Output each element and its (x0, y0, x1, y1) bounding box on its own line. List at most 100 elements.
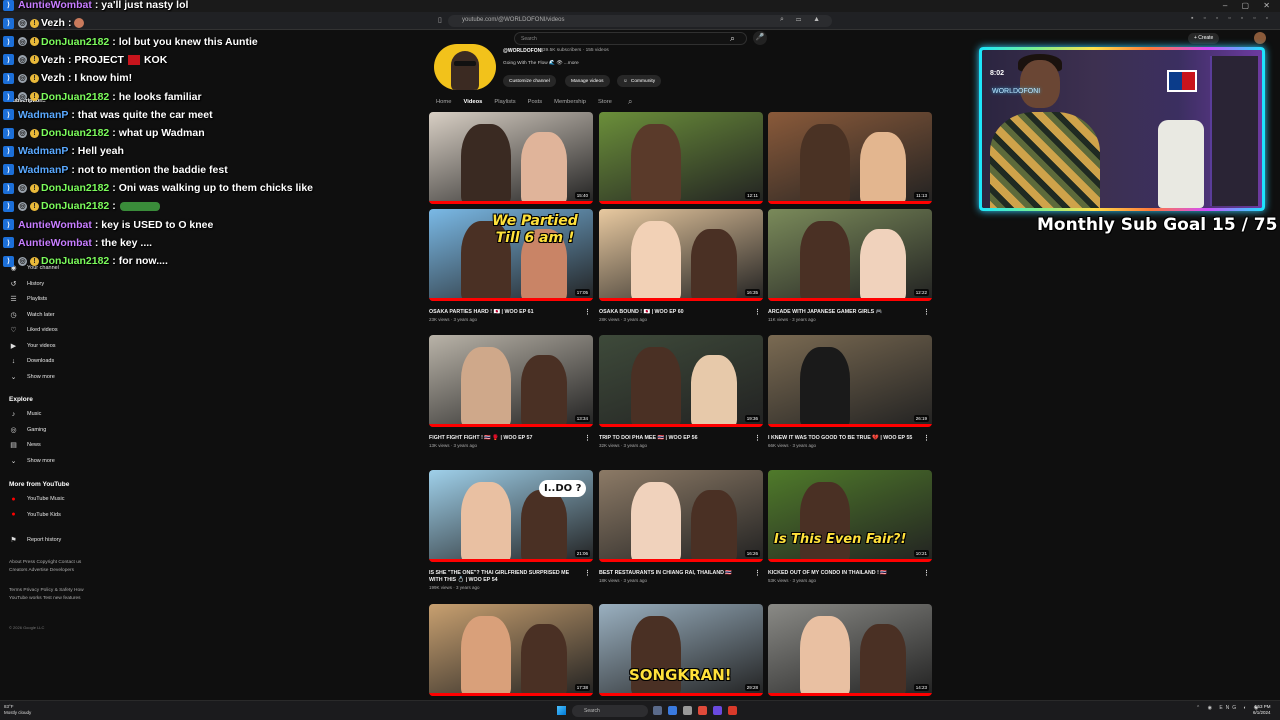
video-card[interactable]: 17:38 (429, 604, 593, 696)
sidebar-item-history[interactable]: ↺ History (9, 278, 45, 290)
footer-links[interactable]: About Press Copyright Contact us Creator… (9, 559, 89, 575)
channel-description[interactable]: Going With The Flow 🌊 👁 ...more (503, 61, 579, 66)
obs-icon[interactable] (713, 706, 722, 715)
more-options-icon[interactable]: ⋮ (923, 435, 930, 442)
video-thumbnail[interactable]: 19:36 (599, 335, 763, 427)
video-card[interactable]: SONGKRAN! 29:28 (599, 604, 763, 696)
tab-store[interactable]: Store (598, 99, 612, 105)
window-controls[interactable]: – ▢ ✕ (1223, 1, 1276, 10)
customize-channel-button[interactable]: Customize channel (503, 75, 556, 87)
video-title[interactable]: I KNEW IT WAS TOO GOOD TO BE TRUE 💔 | WO… (768, 435, 932, 442)
sidebar-item-show-more[interactable]: ⌄ Show more (9, 455, 55, 467)
video-thumbnail[interactable]: 11:13 (768, 112, 932, 204)
sidebar-item-music[interactable]: ♪ Music (9, 408, 42, 420)
video-title[interactable]: IS SHE "THE ONE"? THAI GIRLFRIEND SURPRI… (429, 570, 593, 584)
create-button[interactable]: + Create (1188, 33, 1220, 44)
sidebar-item-youtube-kids[interactable]: ● YouTube Kids (9, 509, 60, 521)
brave-icon[interactable] (728, 706, 737, 715)
more-options-icon[interactable]: ⋮ (754, 309, 761, 316)
video-card[interactable]: 13:34 FIGHT FIGHT FIGHT ! 🇹🇭 🥊 | WOO EP 5… (429, 335, 593, 448)
person (691, 355, 737, 427)
video-card[interactable]: 16:35 OSAKA BOUND ! 🇯🇵 | WOO EP 60 ⋮ 28K vi… (599, 209, 763, 322)
sidebar-item-show-more[interactable]: ⌄ Show more (9, 371, 55, 383)
video-title[interactable]: TRIP TO DOI PHA MEE 🇹🇭 | WOO EP 56 ⋮ (599, 435, 763, 442)
video-title[interactable]: OSAKA BOUND ! 🇯🇵 | WOO EP 60 ⋮ (599, 309, 763, 316)
sidebar-item-label: Liked videos (27, 327, 58, 333)
manage-videos-button[interactable]: Manage videos (565, 75, 610, 87)
weather-widget[interactable]: 83°F Mostly cloudy (4, 704, 31, 716)
address-bar[interactable]: youtube.com/@WORLDOFONI/videos (448, 15, 832, 27)
tab-videos[interactable]: Videos (463, 99, 482, 105)
sidebar-item-youtube-music[interactable]: ● YouTube Music (9, 493, 64, 505)
video-thumbnail[interactable]: 15:40 (429, 112, 593, 204)
video-card[interactable]: 12:22 ARCADE WITH JAPANESE GAMER GIRLS 🎮 ⋮… (768, 209, 932, 322)
chrome-icon[interactable] (698, 706, 707, 715)
search-icon[interactable]: ⌕ (730, 33, 735, 44)
more-options-icon[interactable]: ⋮ (584, 570, 591, 577)
video-thumbnail[interactable]: I..DO ? 21:06 (429, 470, 593, 562)
sidebar-item-news[interactable]: ▤ News (9, 439, 41, 451)
video-title[interactable]: BEST RESTAURANTS IN CHIANG RAI, THAILAND… (599, 570, 763, 577)
video-thumbnail[interactable]: Is This Even Fair?! 10:21 (768, 470, 932, 562)
video-thumbnail[interactable]: 26:19 (768, 335, 932, 427)
bookmark-icon[interactable]: ▯ (438, 16, 442, 24)
video-thumbnail[interactable]: 14:23 (768, 604, 932, 696)
footer-links[interactable]: Terms Privacy Policy & Safety How YouTub… (9, 587, 89, 603)
more-options-icon[interactable]: ⋮ (923, 570, 930, 577)
sidebar-item-gaming[interactable]: ◎ Gaming (9, 424, 46, 436)
video-thumbnail[interactable]: 16:26 (599, 470, 763, 562)
video-title[interactable]: KICKED OUT OF MY CONDO IN THAILAND ! 🇹🇭 ⋮ (768, 570, 932, 577)
tab-posts[interactable]: Posts (528, 99, 543, 105)
video-thumbnail[interactable]: SONGKRAN! 29:28 (599, 604, 763, 696)
more-options-icon[interactable]: ⋮ (754, 570, 761, 577)
video-thumbnail[interactable]: 12:11 (599, 112, 763, 204)
microphone-icon[interactable]: 🎤 (753, 31, 767, 45)
tab-playlists[interactable]: Playlists (494, 99, 515, 105)
account-avatar[interactable] (1254, 32, 1266, 44)
platform-icon: ⟩ (3, 219, 14, 231)
sidebar-item-your-videos[interactable]: ▶ Your videos (9, 340, 56, 352)
more-options-icon[interactable]: ⋮ (923, 309, 930, 316)
video-thumbnail[interactable]: We Partied Till 6 am ! 17:05 (429, 209, 593, 301)
tab-strip[interactable] (0, 0, 1280, 12)
report-history-item[interactable]: ⚑ Report history (9, 534, 61, 546)
video-card[interactable]: 16:26 BEST RESTAURANTS IN CHIANG RAI, THA… (599, 470, 763, 583)
system-tray[interactable]: ⌃ ◉ ENG ◐ ◉ (1196, 705, 1261, 711)
video-card[interactable]: 26:19 I KNEW IT WAS TOO GOOD TO BE TRUE 💔… (768, 335, 932, 448)
community-button[interactable]: ☺ Community (617, 75, 662, 87)
more-options-icon[interactable]: ⋮ (584, 309, 591, 316)
sidebar-item-watch-later[interactable]: ◷ Watch later (9, 309, 54, 321)
video-title[interactable]: OSAKA PARTIES HARD ! 🇯🇵 | WOO EP 61 ⋮ (429, 309, 593, 316)
app-icon[interactable] (683, 706, 692, 715)
search-input[interactable]: Search (514, 32, 747, 45)
video-thumbnail[interactable]: 12:22 (768, 209, 932, 301)
video-thumbnail[interactable]: 16:35 (599, 209, 763, 301)
video-thumbnail[interactable]: 13:34 (429, 335, 593, 427)
start-icon[interactable] (557, 706, 566, 715)
video-card[interactable]: I..DO ? 21:06 IS SHE "THE ONE"? THAI GIRLF… (429, 470, 593, 590)
channel-search-icon[interactable]: ⌕ (628, 97, 632, 107)
video-title[interactable]: FIGHT FIGHT FIGHT ! 🇹🇭 🥊 | WOO EP 57 ⋮ (429, 435, 593, 442)
file-explorer-icon[interactable] (653, 706, 662, 715)
sidebar-item-playlists[interactable]: ☰ Playlists (9, 293, 47, 305)
video-thumbnail[interactable]: 17:38 (429, 604, 593, 696)
video-card[interactable]: We Partied Till 6 am ! 17:05 OSAKA PARTIES… (429, 209, 593, 322)
sub-badge-icon: ! (30, 55, 39, 65)
video-title[interactable]: ARCADE WITH JAPANESE GAMER GIRLS 🎮 ⋮ (768, 309, 932, 316)
video-card[interactable]: 14:23 (768, 604, 932, 696)
taskbar-search[interactable]: Search (572, 705, 648, 717)
address-bar-actions-icon[interactable]: ⌕ ▭ ▲ (780, 16, 825, 24)
chat-text: : I know him! (67, 72, 133, 85)
store-icon[interactable] (668, 706, 677, 715)
tab-home[interactable]: Home (436, 99, 451, 105)
video-card[interactable]: Is This Even Fair?! 10:21 KICKED OUT OF MY… (768, 470, 932, 583)
extensions-icon[interactable]: ▪ ▫ ▫ ▫ ▫ ▫ ▫ (1191, 15, 1272, 22)
clock[interactable]: 4:53 PM 6/1/2024 (1253, 704, 1271, 716)
sidebar-item-downloads[interactable]: ↓ Downloads (9, 355, 54, 367)
more-options-icon[interactable]: ⋮ (584, 435, 591, 442)
more-options-icon[interactable]: ⋮ (754, 435, 761, 442)
video-card[interactable]: 19:36 TRIP TO DOI PHA MEE 🇹🇭 | WOO EP 56 ⋮… (599, 335, 763, 448)
person (461, 482, 511, 562)
sidebar-item-liked-videos[interactable]: ♡ Liked videos (9, 324, 58, 336)
tab-membership[interactable]: Membership (554, 99, 586, 105)
